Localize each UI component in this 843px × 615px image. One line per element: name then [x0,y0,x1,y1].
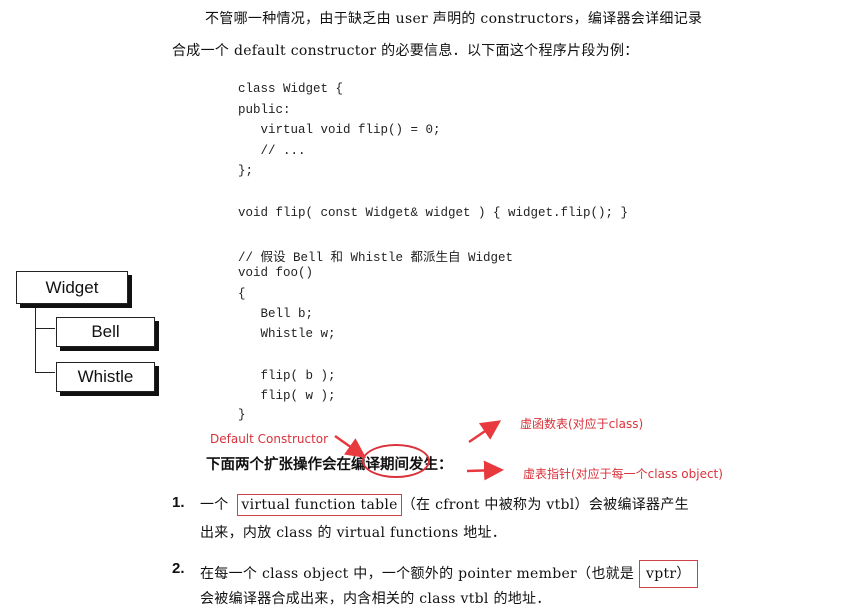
item-1-prefix: 一个 [200,497,229,513]
item-1-line-2: 出来，内放 class 的 virtual functions 地址． [200,525,507,541]
item-1-line-1: 一个 virtual function table （在 cfront 中被称为 … [200,494,689,516]
arrow-to-vtbl-note [468,420,502,444]
item-2-line-2: 会被编译器合成出来，内含相关的 class vtbl 的地址． [200,591,551,607]
item-2-text: 在每一个 class object 中，一个额外的 pointer member… [200,566,635,582]
item-2-boxed-term: vptr） [639,560,698,588]
item-2-number: 2. [172,560,185,577]
arrow-to-compile-time [334,434,367,458]
item-1-boxed-term: virtual function table [237,494,402,516]
arrow-to-vptr-note [466,460,504,481]
item-1-number: 1. [172,494,185,511]
item-2-line-1: 在每一个 class object 中，一个额外的 pointer member… [200,560,698,588]
item-1-rest: （在 cfront 中被称为 vtbl）会被编译器产生 [401,497,689,513]
